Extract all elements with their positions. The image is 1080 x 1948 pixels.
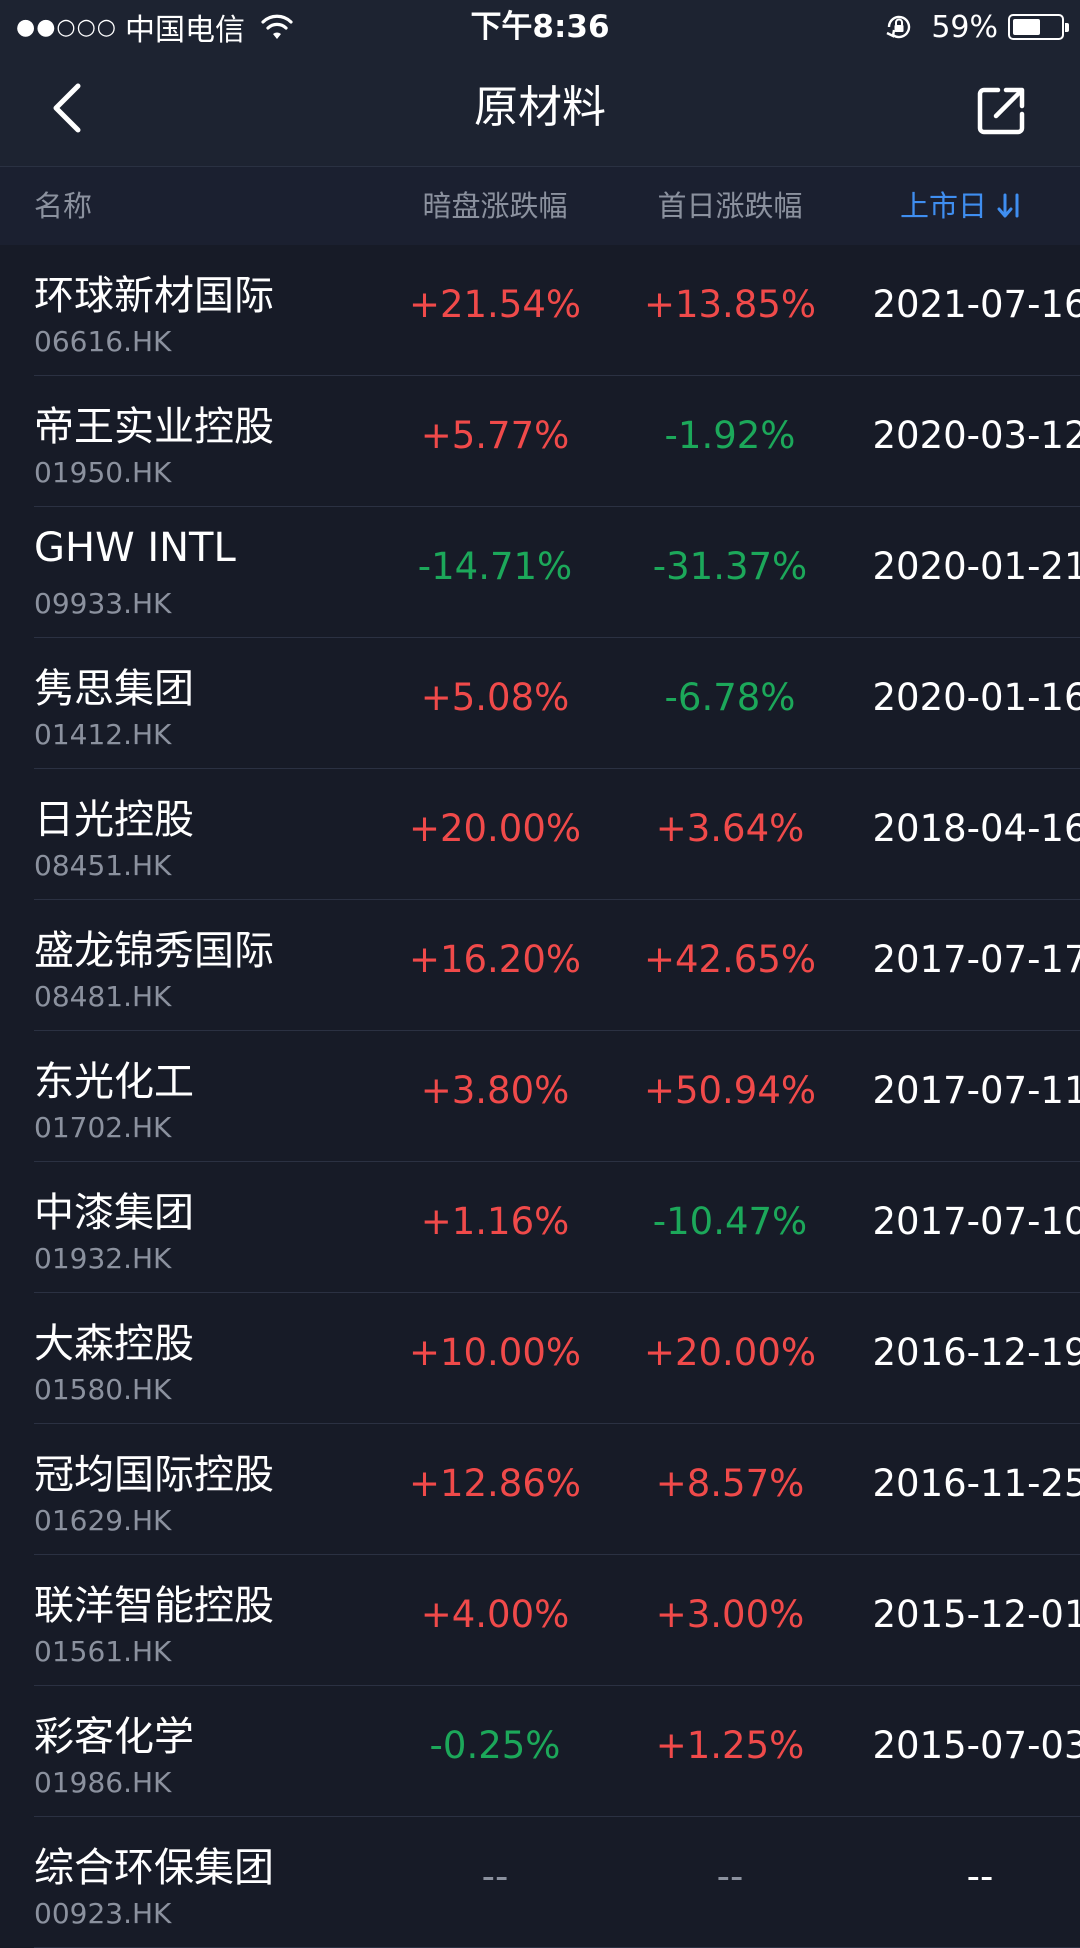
stock-code: 01412.HK: [34, 718, 172, 751]
table-row[interactable]: 联洋智能控股 01561.HK +4.00% +3.00% 2015-12-01: [34, 1555, 1080, 1686]
nav-bar: 原材料: [0, 54, 1080, 167]
first-day-change: +1.25%: [655, 1724, 805, 1767]
listing-date: 2021-07-16: [872, 283, 1080, 326]
stock-name: 日光控股: [34, 797, 194, 843]
listing-date: 2017-07-10: [872, 1200, 1080, 1243]
stock-name: 帝王实业控股: [34, 404, 274, 450]
stock-code: 08481.HK: [34, 980, 172, 1013]
stock-code: 06616.HK: [34, 325, 172, 358]
table-row[interactable]: 东光化工 01702.HK +3.80% +50.94% 2017-07-11: [34, 1031, 1080, 1162]
dark-pool-change: +1.16%: [420, 1200, 570, 1243]
stock-name: GHW INTL: [34, 525, 236, 571]
dark-pool-change: +5.08%: [420, 676, 570, 719]
header-listing-date-label: 上市日: [900, 189, 988, 223]
stock-name: 中漆集团: [34, 1190, 194, 1236]
stock-code: 01580.HK: [34, 1373, 172, 1406]
status-bar: ●●○○○ 中国电信 下午8:36 59%: [0, 0, 1080, 54]
dark-pool-change: +3.80%: [420, 1069, 570, 1112]
dark-pool-change: +4.00%: [420, 1593, 570, 1636]
first-day-change: +13.85%: [643, 283, 817, 326]
stock-code: 09933.HK: [34, 587, 172, 620]
table-row[interactable]: 综合环保集团 00923.HK -- -- --: [34, 1817, 1080, 1948]
first-day-change: -31.37%: [652, 545, 808, 588]
stock-name: 大森控股: [34, 1321, 194, 1367]
first-day-change: -6.78%: [664, 676, 796, 719]
stock-name: 联洋智能控股: [34, 1583, 274, 1629]
first-day-change: +8.57%: [655, 1462, 805, 1505]
stock-code: 01561.HK: [34, 1635, 172, 1668]
page-title: 原材料: [474, 82, 606, 133]
listing-date: 2016-11-25: [872, 1462, 1080, 1505]
stock-code: 01702.HK: [34, 1111, 172, 1144]
dark-pool-change: -0.25%: [429, 1724, 561, 1767]
table-row[interactable]: 彩客化学 01986.HK -0.25% +1.25% 2015-07-03: [34, 1686, 1080, 1817]
stock-name: 盛龙锦秀国际: [34, 928, 274, 974]
first-day-change: +50.94%: [643, 1069, 817, 1112]
dark-pool-change: +12.86%: [408, 1462, 582, 1505]
battery-icon: [1008, 14, 1069, 40]
listing-date: --: [966, 1855, 994, 1898]
first-day-change: -1.92%: [664, 414, 796, 457]
first-day-change: --: [716, 1855, 744, 1898]
stock-name: 东光化工: [34, 1059, 194, 1105]
first-day-change: -10.47%: [652, 1200, 808, 1243]
table-row[interactable]: 大森控股 01580.HK +10.00% +20.00% 2016-12-19: [34, 1293, 1080, 1424]
rotation-lock-icon: [886, 15, 911, 39]
table-row[interactable]: 环球新材国际 06616.HK +21.54% +13.85% 2021-07-16: [34, 245, 1080, 376]
dark-pool-change: -14.71%: [417, 545, 573, 588]
first-day-change: +42.65%: [643, 938, 817, 981]
sort-down-icon: [997, 193, 1019, 218]
status-right: 59%: [885, 6, 1069, 48]
listing-date: 2020-01-21: [872, 545, 1080, 588]
stock-name: 隽思集团: [34, 666, 194, 712]
battery-tip: [1065, 23, 1069, 32]
dark-pool-change: +5.77%: [420, 414, 570, 457]
stock-name: 综合环保集团: [34, 1845, 274, 1891]
listing-date: 2015-12-01: [872, 1593, 1080, 1636]
listing-date: 2015-07-03: [872, 1724, 1080, 1767]
battery-percent: 59%: [931, 9, 998, 45]
dark-pool-change: +16.20%: [408, 938, 582, 981]
stock-name: 冠均国际控股: [34, 1452, 274, 1498]
stock-name: 环球新材国际: [34, 273, 274, 319]
dark-pool-change: --: [481, 1855, 509, 1898]
first-day-change: +20.00%: [643, 1331, 817, 1374]
listing-date: 2016-12-19: [872, 1331, 1080, 1374]
header-listing-date[interactable]: 上市日: [900, 167, 1025, 245]
stock-name: 彩客化学: [34, 1714, 194, 1760]
first-day-change: +3.00%: [655, 1593, 805, 1636]
share-icon[interactable]: [974, 82, 1030, 138]
stock-code: 01986.HK: [34, 1766, 172, 1799]
table-row[interactable]: 帝王实业控股 01950.HK +5.77% -1.92% 2020-03-12: [34, 376, 1080, 507]
header-first-day-change[interactable]: 首日涨跌幅: [615, 167, 845, 245]
column-header: 名称 暗盘涨跌幅 首日涨跌幅 上市日: [0, 167, 1080, 245]
dark-pool-change: +20.00%: [408, 807, 582, 850]
dark-pool-change: +21.54%: [408, 283, 582, 326]
battery-fill: [1013, 19, 1041, 35]
stock-code: 00923.HK: [34, 1897, 172, 1930]
listing-date: 2020-01-16: [872, 676, 1080, 719]
stock-code: 08451.HK: [34, 849, 172, 882]
header-name[interactable]: 名称: [34, 167, 92, 245]
listing-date: 2018-04-16: [872, 807, 1080, 850]
table-row[interactable]: 冠均国际控股 01629.HK +12.86% +8.57% 2016-11-25: [34, 1424, 1080, 1555]
table-row[interactable]: 日光控股 08451.HK +20.00% +3.64% 2018-04-16: [34, 769, 1080, 900]
dark-pool-change: +10.00%: [408, 1331, 582, 1374]
stock-code: 01932.HK: [34, 1242, 172, 1275]
first-day-change: +3.64%: [655, 807, 805, 850]
table-row[interactable]: GHW INTL 09933.HK -14.71% -31.37% 2020-01-21: [34, 507, 1080, 638]
stock-code: 01950.HK: [34, 456, 172, 489]
listing-date: 2017-07-17: [872, 938, 1080, 981]
header-dark-pool-change[interactable]: 暗盘涨跌幅: [380, 167, 610, 245]
listing-date: 2017-07-11: [872, 1069, 1080, 1112]
table-row[interactable]: 中漆集团 01932.HK +1.16% -10.47% 2017-07-10: [34, 1162, 1080, 1293]
stock-code: 01629.HK: [34, 1504, 172, 1537]
table-row[interactable]: 盛龙锦秀国际 08481.HK +16.20% +42.65% 2017-07-17: [34, 900, 1080, 1031]
table-row[interactable]: 隽思集团 01412.HK +5.08% -6.78% 2020-01-16: [34, 638, 1080, 769]
ipo-list: 环球新材国际 06616.HK +21.54% +13.85% 2021-07-16 帝王…: [0, 245, 1080, 1948]
listing-date: 2020-03-12: [872, 414, 1080, 457]
